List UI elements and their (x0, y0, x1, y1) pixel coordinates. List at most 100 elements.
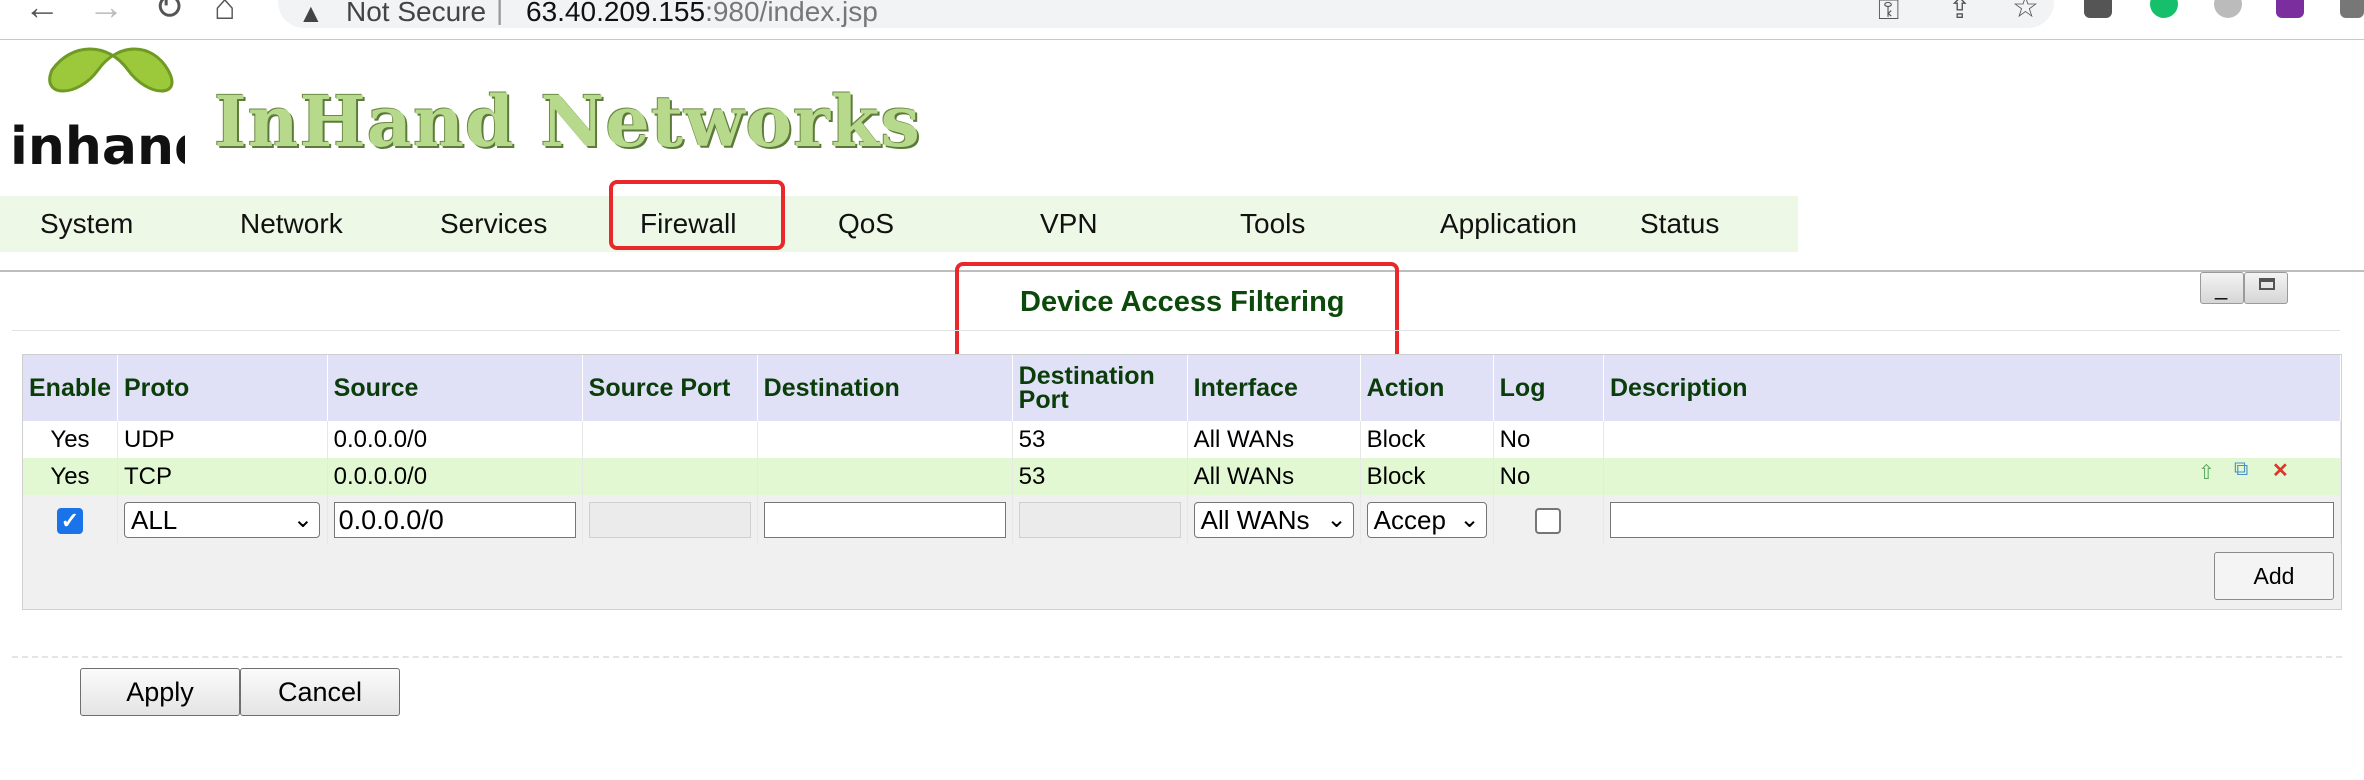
cell-destination (757, 458, 1013, 495)
column-header-description: Description (1603, 355, 2341, 421)
chevron-down-icon: ⌄ (292, 506, 313, 533)
bookmark-star-icon[interactable]: ☆ (2012, 0, 2039, 25)
cell-description (1603, 458, 2341, 495)
table-row[interactable]: Yes UDP 0.0.0.0/0 53 All WANs Block No (23, 421, 2341, 458)
cell-interface: All WANs (1187, 421, 1361, 458)
cell-enable: Yes (23, 421, 118, 458)
brand-title: InHand Networks (214, 80, 921, 163)
cell-source-port (582, 458, 758, 495)
column-header-enable: Enable (23, 355, 118, 421)
column-header-source: Source (327, 355, 583, 421)
url-separator: | (496, 0, 504, 25)
grammarly-icon[interactable] (2150, 0, 2178, 18)
security-status: Not Secure (346, 0, 487, 27)
cancel-button[interactable]: Cancel (240, 668, 400, 716)
description-input[interactable] (1610, 502, 2334, 538)
section-divider (12, 656, 2342, 658)
inhand-logo: inhand (10, 47, 185, 177)
menu-item-system[interactable]: System (40, 208, 133, 240)
table-row[interactable]: Yes TCP 0.0.0.0/0 53 All WANs Block No (23, 458, 2341, 495)
cell-proto: TCP (117, 458, 328, 495)
overflow-extension-icon[interactable] (2340, 0, 2364, 18)
chevron-down-icon: ⌄ (1459, 505, 1480, 534)
cell-description-input (1603, 495, 2341, 545)
column-header-destination: Destination (757, 355, 1013, 421)
browser-toolbar: ← → ↻ ⌂ ▲ Not Secure | 63.40.209.155:980… (0, 0, 2364, 40)
cell-proto: UDP (117, 421, 328, 458)
forward-arrow-icon[interactable]: → (88, 0, 124, 28)
cell-log-input (1493, 495, 1605, 545)
delete-icon[interactable]: ✕ (2272, 458, 2289, 483)
move-up-icon[interactable]: ⇧ (2198, 460, 2215, 485)
cell-action: Block (1360, 421, 1494, 458)
table-header-row: Enable Proto Source Source Port Destinat… (23, 355, 2341, 421)
reload-icon[interactable]: ↻ (154, 0, 184, 28)
rules-table: Enable Proto Source Source Port Destinat… (23, 355, 2341, 545)
interface-select[interactable]: All WANs ⌄ (1193, 502, 1354, 538)
cell-destination-port: 53 (1012, 458, 1188, 495)
apply-button[interactable]: Apply (80, 668, 240, 716)
profile-extension-icon[interactable] (2214, 0, 2242, 18)
title-highlight-box (955, 262, 1399, 362)
action-select[interactable]: Accep ⌄ (1366, 502, 1487, 538)
cell-interface: All WANs (1187, 458, 1361, 495)
url-path: :980/index.jsp (705, 0, 878, 27)
cell-source: 0.0.0.0/0 (327, 421, 583, 458)
logo-wordmark: inhand (10, 117, 185, 177)
back-arrow-icon[interactable]: ← (24, 0, 60, 28)
home-icon[interactable]: ⌂ (214, 0, 236, 28)
column-header-log: Log (1493, 355, 1605, 421)
rules-panel: Enable Proto Source Source Port Destinat… (22, 354, 2342, 610)
menu-item-qos[interactable]: QoS (838, 208, 894, 240)
chevron-down-icon: ⌄ (1326, 506, 1347, 533)
cell-interface-input: All WANs ⌄ (1187, 495, 1361, 545)
cell-description (1603, 421, 2341, 458)
cell-action-input: Accep ⌄ (1360, 495, 1494, 545)
destination-port-input (1018, 502, 1181, 538)
extension-icon[interactable] (2084, 0, 2112, 18)
log-checkbox[interactable] (1535, 507, 1562, 534)
column-header-proto: Proto (117, 355, 328, 421)
cell-proto-input: ALL ⌄ (117, 495, 328, 545)
url-host: 63.40.209.155 (526, 0, 706, 27)
column-header-interface: Interface (1187, 355, 1361, 421)
column-header-action: Action (1360, 355, 1494, 421)
address-bar[interactable]: ▲ Not Secure | 63.40.209.155:980/index.j… (278, 0, 2054, 28)
menu-item-application[interactable]: Application (1440, 208, 1577, 240)
proto-select-value: ALL (130, 505, 178, 535)
cell-destination-port-input (1012, 495, 1188, 545)
menu-item-vpn[interactable]: VPN (1040, 208, 1098, 240)
source-input[interactable] (333, 502, 576, 538)
new-rule-row: ✓ ALL ⌄ All WANs ⌄ Accep ⌄ (23, 495, 2341, 545)
proto-select[interactable]: ALL ⌄ (123, 502, 320, 538)
maximize-button[interactable] (2244, 272, 2288, 304)
cell-destination (757, 421, 1013, 458)
cell-destination-input (757, 495, 1013, 545)
share-icon[interactable]: ⇪ (1948, 0, 1971, 25)
onenote-icon[interactable] (2276, 0, 2304, 18)
menu-item-tools[interactable]: Tools (1240, 208, 1305, 240)
enable-checkbox[interactable]: ✓ (56, 507, 83, 534)
cell-source: 0.0.0.0/0 (327, 458, 583, 495)
menu-item-status[interactable]: Status (1640, 208, 1719, 240)
source-port-input (588, 502, 751, 538)
menu-item-services[interactable]: Services (440, 208, 547, 240)
cell-enable-input: ✓ (23, 495, 118, 545)
edit-icon[interactable]: ⧉ (2234, 458, 2248, 481)
firewall-highlight-box (609, 180, 785, 250)
cell-enable: Yes (23, 458, 118, 495)
url-text: 63.40.209.155:980/index.jsp (526, 0, 878, 28)
action-select-value: Accep (1373, 505, 1446, 535)
cell-log: No (1493, 421, 1605, 458)
key-icon[interactable]: ⚿ (1878, 0, 1899, 27)
minimize-button[interactable]: _ (2200, 272, 2244, 304)
cell-source-port-input (582, 495, 758, 545)
cell-action: Block (1360, 458, 1494, 495)
title-divider (12, 330, 2340, 331)
interface-select-value: All WANs (1200, 505, 1310, 535)
menu-item-network[interactable]: Network (240, 208, 343, 240)
column-header-source-port: Source Port (582, 355, 758, 421)
add-button[interactable]: Add (2214, 552, 2334, 600)
destination-input[interactable] (763, 502, 1006, 538)
cell-destination-port: 53 (1012, 421, 1188, 458)
